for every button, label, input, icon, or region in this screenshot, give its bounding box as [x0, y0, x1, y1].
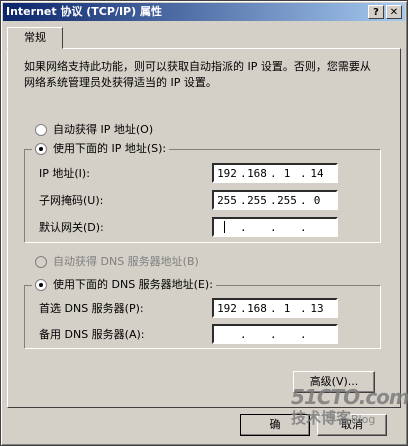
title-bar: Internet 协议 (TCP/IP) 属性 ? ✕: [3, 3, 405, 21]
tab-general[interactable]: 常规: [7, 27, 63, 49]
ip-octet-2: 168: [247, 166, 267, 180]
default-gateway-input[interactable]: ...: [212, 217, 338, 237]
pdns-octet-4: 13: [310, 301, 324, 315]
radio-auto-dns[interactable]: 自动获得 DNS 服务器地址(B): [35, 254, 199, 270]
preferred-dns-label: 首选 DNS 服务器(P):: [39, 302, 144, 315]
tcpip-properties-dialog: Internet 协议 (TCP/IP) 属性 ? ✕ 常规 如果网络支持此功能…: [0, 0, 408, 446]
ip-octet-1: 192: [217, 166, 237, 180]
ok-button[interactable]: 确: [240, 414, 310, 436]
radio-manual-ip-label: 使用下面的 IP 地址(S):: [53, 142, 167, 155]
text-caret: [224, 221, 225, 233]
pdns-octet-2: 168: [247, 301, 267, 315]
radio-manual-ip[interactable]: 使用下面的 IP 地址(S):: [32, 141, 170, 157]
radio-manual-ip-indicator[interactable]: [35, 143, 47, 155]
ip-address-input[interactable]: 192. 168. 1. 14: [212, 163, 338, 183]
help-button[interactable]: ?: [368, 5, 384, 19]
radio-auto-dns-label: 自动获得 DNS 服务器地址(B): [53, 255, 199, 268]
advanced-button[interactable]: 高级(V)...: [293, 371, 375, 393]
mask-octet-2: 255: [247, 193, 267, 207]
ip-octet-4: 14: [310, 166, 324, 180]
cancel-button[interactable]: 取消: [317, 414, 387, 436]
alternate-dns-label: 备用 DNS 服务器(A):: [39, 328, 145, 341]
radio-auto-dns-indicator[interactable]: [35, 256, 47, 268]
pdns-octet-3: 1: [283, 301, 291, 315]
radio-auto-ip[interactable]: 自动获得 IP 地址(O): [35, 122, 153, 138]
radio-manual-dns-label: 使用下面的 DNS 服务器地址(E):: [53, 278, 213, 291]
default-gateway-label: 默认网关(D):: [39, 221, 104, 234]
close-button[interactable]: ✕: [386, 5, 402, 19]
subnet-mask-input[interactable]: 255. 255. 255. 0: [212, 190, 338, 210]
mask-octet-4: 0: [313, 193, 321, 207]
radio-auto-ip-indicator[interactable]: [35, 124, 47, 136]
radio-manual-dns[interactable]: 使用下面的 DNS 服务器地址(E):: [32, 277, 216, 293]
radio-auto-ip-label: 自动获得 IP 地址(O): [53, 123, 154, 136]
pdns-octet-1: 192: [217, 301, 237, 315]
alternate-dns-input[interactable]: ...: [212, 324, 338, 344]
preferred-dns-input[interactable]: 192. 168. 1. 13: [212, 298, 338, 318]
description-text: 如果网络支持此功能，则可以获取自动指派的 IP 设置。否则，您需要从网络系统管理…: [24, 60, 371, 89]
close-icon: ✕: [389, 7, 399, 18]
help-icon: ?: [373, 7, 379, 18]
mask-octet-1: 255: [217, 193, 237, 207]
window-title: Internet 协议 (TCP/IP) 属性: [6, 5, 162, 18]
mask-octet-3: 255: [277, 193, 297, 207]
subnet-mask-label: 子网掩码(U):: [39, 194, 104, 207]
ip-address-label: IP 地址(I):: [39, 167, 90, 180]
radio-manual-dns-indicator[interactable]: [35, 279, 47, 291]
ip-octet-3: 1: [283, 166, 291, 180]
